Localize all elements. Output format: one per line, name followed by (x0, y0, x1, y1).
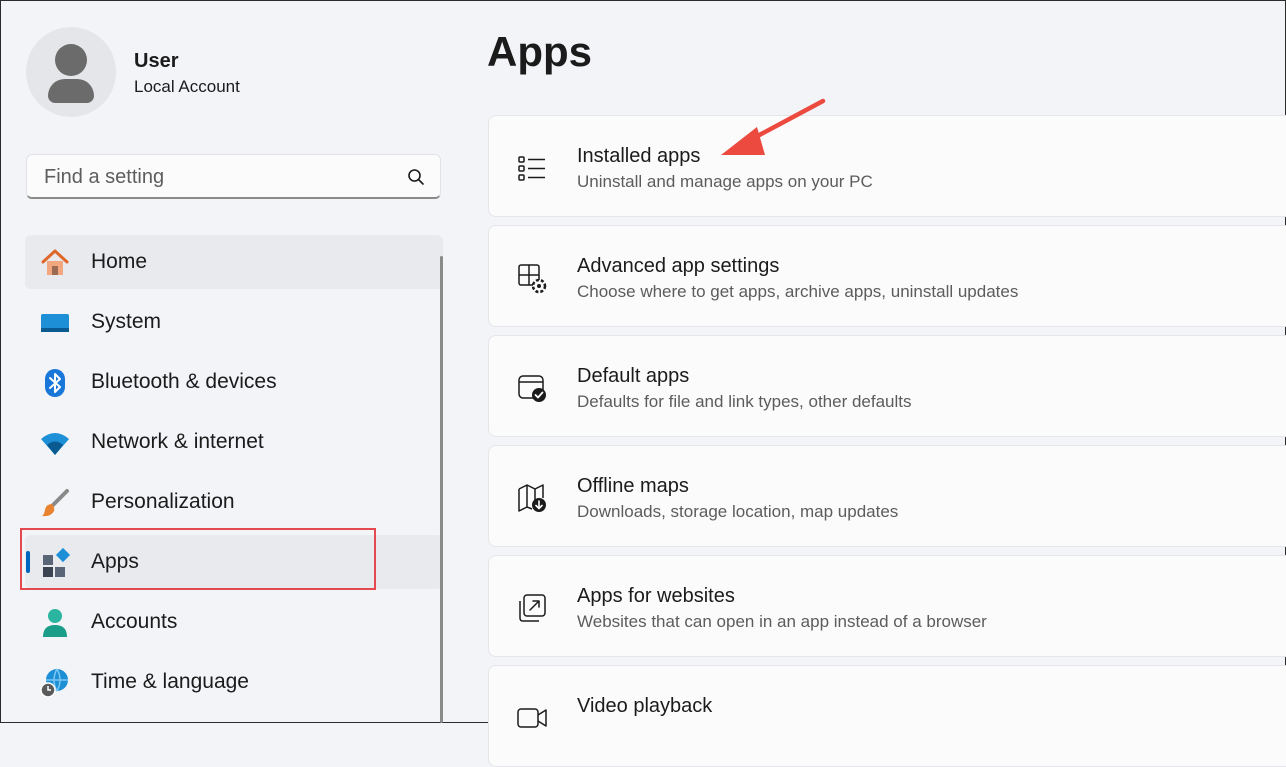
nav-item-label: Home (91, 250, 148, 273)
nav-item-label: Bluetooth & devices (91, 370, 277, 393)
nav-item-accounts[interactable]: Accounts (25, 595, 443, 649)
card-title: Offline maps (577, 475, 689, 497)
default-apps-icon (518, 375, 546, 402)
card-title: Installed apps (577, 145, 701, 167)
wifi-icon (41, 433, 69, 455)
annotation-arrow-icon (721, 98, 826, 155)
nav-item-label: System (91, 310, 162, 333)
nav-item-label: Network & internet (91, 430, 264, 453)
nav-scrollbar[interactable] (440, 256, 443, 723)
globe-clock-icon (40, 668, 68, 698)
person-icon (43, 609, 67, 637)
bluetooth-icon (45, 369, 65, 397)
open-in-app-icon (519, 594, 546, 622)
card-subtitle: Choose where to get apps, archive apps, … (577, 282, 1019, 301)
card-default-apps[interactable]: Default apps Defaults for file and link … (488, 335, 1286, 437)
user-name: User (134, 50, 179, 72)
nav-item-apps[interactable]: Apps (25, 535, 443, 589)
card-video-playback[interactable]: Video playback (488, 665, 1286, 767)
card-title: Apps for websites (577, 585, 735, 607)
card-title: Advanced app settings (577, 255, 780, 277)
account-type: Local Account (134, 77, 240, 96)
paintbrush-icon (42, 489, 69, 517)
selection-indicator (26, 551, 30, 573)
card-advanced-app-settings[interactable]: Advanced app settings Choose where to ge… (488, 225, 1286, 327)
nav-item-label: Apps (91, 550, 139, 573)
card-apps-for-websites[interactable]: Apps for websites Websites that can open… (488, 555, 1286, 657)
card-offline-maps[interactable]: Offline maps Downloads, storage location… (488, 445, 1286, 547)
monitor-icon (41, 314, 69, 332)
page-title: Apps (487, 28, 592, 75)
apps-icon (43, 547, 71, 577)
video-icon (517, 708, 547, 728)
card-subtitle: Defaults for file and link types, other … (577, 392, 912, 411)
nav-item-label: Accounts (91, 610, 178, 633)
card-title: Default apps (577, 365, 690, 387)
search-box[interactable] (26, 154, 441, 199)
list-icon (518, 156, 545, 181)
card-subtitle: Downloads, storage location, map updates (577, 502, 899, 521)
avatar[interactable] (26, 27, 116, 117)
search-input[interactable] (42, 163, 396, 191)
nav-item-label: Personalization (91, 490, 235, 513)
nav-item-home[interactable]: Home (25, 235, 443, 289)
avatar-body-shape (48, 79, 94, 103)
map-download-icon (518, 484, 546, 512)
card-subtitle: Websites that can open in an app instead… (577, 612, 987, 631)
search-icon[interactable] (407, 168, 425, 186)
nav-item-personalization[interactable]: Personalization (25, 475, 443, 529)
nav-item-system[interactable]: System (25, 295, 443, 349)
card-installed-apps[interactable]: Installed apps Uninstall and manage apps… (488, 115, 1286, 217)
nav-item-label: Time & language (91, 670, 249, 693)
avatar-head-shape (55, 44, 87, 76)
app-settings-icon (518, 264, 547, 294)
card-subtitle: Uninstall and manage apps on your PC (577, 172, 873, 191)
nav-item-bluetooth[interactable]: Bluetooth & devices (25, 355, 443, 409)
home-icon (41, 249, 69, 275)
nav-item-time-language[interactable]: Time & language (25, 655, 443, 709)
card-title: Video playback (577, 695, 713, 717)
nav-item-network[interactable]: Network & internet (25, 415, 443, 469)
